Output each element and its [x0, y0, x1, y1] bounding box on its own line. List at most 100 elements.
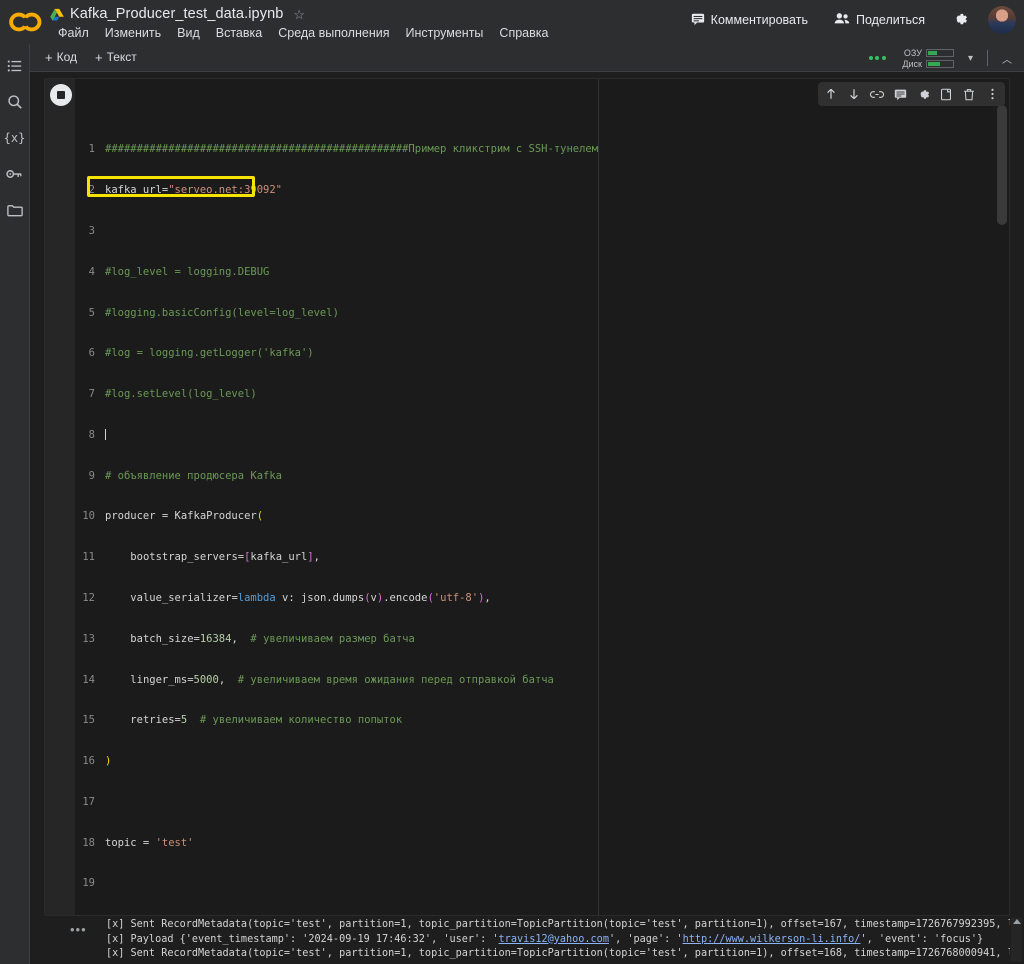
code-line: 8 — [75, 428, 1009, 443]
code-cell[interactable]: 1 #######################################… — [44, 78, 1010, 916]
settings-button[interactable] — [945, 7, 974, 33]
sidebar-item-secrets[interactable] — [5, 164, 25, 184]
code-line: 13 batch_size=16384, # увеличиваем разме… — [75, 633, 1009, 647]
code-line: 4 #log_level = logging.DEBUG — [75, 266, 1009, 280]
plus-icon: + — [95, 49, 103, 65]
ram-label: ОЗУ — [903, 47, 922, 58]
code-line-text: #log = logging.getLogger('kafka') — [105, 347, 314, 360]
disk-meter-bar — [925, 59, 954, 68]
scroll-up-arrow-icon[interactable] — [1013, 919, 1021, 924]
code-line-text: #logging.basicConfig(level=log_level) — [105, 306, 339, 319]
line-number: 18 — [82, 836, 95, 849]
code-line-text: bootstrap_servers=[kafka_url], — [105, 551, 320, 564]
delete-cell-button[interactable] — [958, 84, 980, 104]
code-line: 9 # объявление продюсера Kafka — [75, 470, 1009, 484]
line-number: 8 — [88, 428, 95, 441]
more-cell-actions-button[interactable] — [981, 84, 1003, 104]
menu-item-help[interactable]: Справка — [491, 24, 556, 42]
share-button[interactable]: Поделиться — [828, 9, 931, 31]
output-line: [x] Sent RecordMetadata(topic='test', pa… — [106, 919, 1010, 930]
notebook-toolbar: + Код + Текст ОЗУ Диск ▾ ︿ — [0, 44, 1024, 72]
code-editor-scroll[interactable]: 1 #######################################… — [75, 79, 1009, 915]
code-line-text: #log_level = logging.DEBUG — [105, 265, 270, 278]
line-number: 12 — [82, 591, 95, 604]
top-bar: Kafka_Producer_test_data.ipynb ☆ Файл Из… — [0, 0, 1024, 44]
menu-item-insert[interactable]: Вставка — [208, 24, 270, 42]
sidebar-item-files[interactable] — [5, 200, 25, 220]
code-line-text: kafka_url="serveo.net:39092" — [105, 184, 283, 197]
output-actions-button[interactable]: ••• — [70, 922, 87, 937]
code-line: 16) — [75, 755, 1009, 769]
sidebar-item-table-of-contents[interactable] — [5, 56, 25, 76]
code-scrollbar[interactable] — [997, 105, 1007, 225]
code-line-text: linger_ms=5000, # увеличиваем время ожид… — [105, 673, 554, 686]
document-title-row[interactable]: Kafka_Producer_test_data.ipynb ☆ — [50, 2, 305, 26]
code-line: 17 — [75, 796, 1009, 810]
comment-button-label: Комментировать — [710, 13, 808, 27]
code-line-text: ########################################… — [105, 143, 599, 156]
output-email-link[interactable]: travis12@yahoo.com — [499, 934, 609, 945]
stop-execution-button[interactable] — [50, 84, 72, 106]
code-line: 12 value_serializer=lambda v: json.dumps… — [75, 592, 1009, 606]
copy-to-drive-button[interactable] — [935, 84, 957, 104]
code-line-text: topic = 'test' — [105, 836, 194, 849]
menu-item-tools[interactable]: Инструменты — [397, 24, 491, 42]
code-line: 18 topic = 'test' — [75, 837, 1009, 851]
disk-meter-row: Диск — [896, 59, 954, 69]
colab-logo[interactable] — [9, 7, 43, 37]
code-line: 19 — [75, 877, 1009, 891]
line-number: 14 — [82, 673, 95, 686]
sidebar-item-variables[interactable]: {x} — [4, 128, 26, 148]
add-text-cell-label: Текст — [106, 50, 137, 64]
text-caret — [105, 428, 106, 440]
line-number: 2 — [88, 184, 95, 197]
page-title[interactable]: Kafka_Producer_test_data.ipynb — [70, 6, 283, 22]
code-line-text: batch_size=16384, # увеличиваем размер б… — [105, 632, 415, 645]
code-line: 6 #log = logging.getLogger('kafka') — [75, 347, 1009, 361]
menu-bar: Файл Изменить Вид Вставка Среда выполнен… — [50, 24, 556, 42]
menu-item-edit[interactable]: Изменить — [97, 24, 169, 42]
code-line: 3 — [75, 225, 1009, 239]
connection-status-dots[interactable] — [868, 56, 886, 60]
code-line-text: producer = KafkaProducer( — [105, 510, 264, 523]
code-line: 1 #######################################… — [75, 143, 1009, 157]
code-line: 14 linger_ms=5000, # увеличиваем время о… — [75, 674, 1009, 688]
resource-meters[interactable]: ОЗУ Диск — [896, 48, 954, 69]
add-text-cell-button[interactable]: + Текст — [88, 48, 144, 66]
disk-label: Диск — [902, 58, 922, 69]
plus-icon: + — [45, 49, 53, 65]
menu-item-runtime[interactable]: Среда выполнения — [270, 24, 397, 42]
chevron-down-icon[interactable]: ▾ — [964, 51, 977, 66]
star-icon[interactable]: ☆ — [293, 8, 305, 21]
add-code-cell-label: Код — [56, 50, 77, 64]
move-cell-down-button[interactable] — [843, 84, 865, 104]
output-text: [x] Sent RecordMetadata(topic='test', pa… — [106, 918, 1010, 962]
menu-item-file[interactable]: Файл — [50, 24, 97, 42]
notebook-area: 1 #######################################… — [30, 72, 1024, 964]
left-sidebar: {x} — [0, 44, 30, 964]
output-page-link[interactable]: http://www.wilkerson-li.info/ — [683, 934, 861, 945]
line-number: 4 — [88, 265, 95, 278]
line-number: 10 — [82, 510, 95, 523]
move-cell-up-button[interactable] — [820, 84, 842, 104]
comment-button[interactable]: Комментировать — [685, 9, 814, 32]
top-right-actions: Комментировать Поделиться — [685, 6, 1016, 34]
chevron-up-icon[interactable]: ︿ — [998, 49, 1016, 68]
code-line-text — [105, 428, 1009, 443]
add-comment-button[interactable] — [889, 84, 911, 104]
menu-item-view[interactable]: Вид — [169, 24, 208, 42]
code-line: 5 #logging.basicConfig(level=log_level) — [75, 307, 1009, 321]
sidebar-item-search[interactable] — [5, 92, 25, 112]
code-editor[interactable]: 1 #######################################… — [75, 79, 1009, 915]
line-number: 5 — [88, 306, 95, 319]
resource-area: ОЗУ Диск ▾ ︿ — [868, 45, 1016, 71]
add-code-cell-button[interactable]: + Код — [38, 48, 84, 66]
code-line-text: retries=5 # увеличиваем количество попыт… — [105, 714, 403, 727]
add-cell-group: + Код + Текст — [38, 48, 144, 66]
cell-settings-button[interactable] — [912, 84, 934, 104]
link-to-cell-button[interactable] — [866, 84, 888, 104]
output-scrollbar[interactable] — [1011, 918, 1022, 962]
avatar[interactable] — [988, 6, 1016, 34]
